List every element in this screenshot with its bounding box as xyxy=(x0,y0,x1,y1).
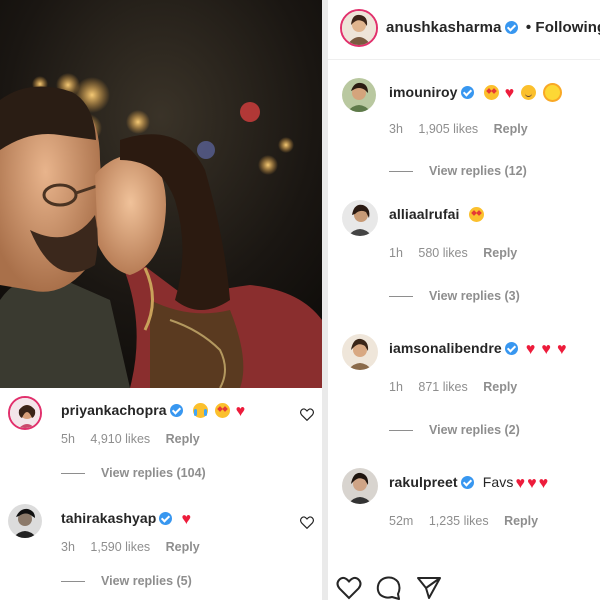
comment-item: tahirakashyap ♥ 3h 1,590 likes Reply Vie… xyxy=(8,504,314,594)
comment-likes[interactable]: 1,590 likes xyxy=(90,540,150,554)
comment-item: rakulpreet Favs ♥ ♥ ♥ 52m 1,235 likes Reply xyxy=(342,468,594,538)
avatar[interactable] xyxy=(340,9,378,47)
view-replies-button[interactable]: View replies (2) xyxy=(389,423,520,437)
comment-meta: 5h 4,910 likes Reply xyxy=(61,432,212,446)
comment-time: 52m xyxy=(389,514,414,528)
comment-item: iamsonalibendre ♥ ♥ ♥ 1h 871 likes Reply… xyxy=(342,334,594,440)
username-text[interactable]: alliaalrufai xyxy=(389,206,459,222)
sparkling-heart-emoji-icon: ♥ xyxy=(541,341,551,358)
comment-username[interactable]: imouniroy ♥ xyxy=(389,84,561,103)
reply-button[interactable]: Reply xyxy=(483,246,517,260)
view-replies-label[interactable]: View replies (104) xyxy=(101,466,206,480)
smile-emoji-icon xyxy=(521,85,537,100)
avatar[interactable] xyxy=(342,200,378,236)
following-button[interactable]: • Following xyxy=(526,19,600,36)
star-struck-emoji-icon xyxy=(483,85,499,100)
comment-icon[interactable] xyxy=(376,576,402,600)
username-text[interactable]: anushkasharma xyxy=(386,19,502,36)
comment-time: 3h xyxy=(61,540,75,554)
comment-time: 5h xyxy=(61,432,75,446)
comment-item: alliaalrufai 1h 580 likes Reply View rep… xyxy=(342,200,594,306)
comment-meta: 3h 1,590 likes Reply xyxy=(61,540,212,554)
comment-likes[interactable]: 4,910 likes xyxy=(90,432,150,446)
view-replies-label[interactable]: View replies (3) xyxy=(429,289,520,303)
right-panel: anushkasharma • Following imouniroy ♥ 3h… xyxy=(328,0,600,600)
username-text[interactable]: iamsonalibendre xyxy=(389,340,502,356)
verified-badge-icon xyxy=(504,342,518,355)
heart-emoji-icon: ♥ xyxy=(538,475,549,492)
comment-meta: 1h 580 likes Reply xyxy=(389,246,529,260)
comment-username[interactable]: rakulpreet Favs ♥ ♥ ♥ xyxy=(389,474,548,493)
divider-line xyxy=(389,171,413,173)
view-replies-button[interactable]: View replies (3) xyxy=(389,289,520,303)
like-heart-icon[interactable] xyxy=(300,408,314,421)
divider-line xyxy=(389,430,413,432)
username-text[interactable]: priyankachopra xyxy=(61,402,167,418)
avatar[interactable] xyxy=(342,334,378,370)
comment-likes[interactable]: 871 likes xyxy=(418,380,467,394)
comment-likes[interactable]: 580 likes xyxy=(418,246,467,260)
username-text[interactable]: tahirakashyap xyxy=(61,510,156,526)
post-actions xyxy=(328,572,600,600)
verified-badge-icon xyxy=(159,512,173,525)
reply-button[interactable]: Reply xyxy=(166,432,200,446)
tears-of-joy-emoji-icon xyxy=(192,403,208,418)
post-header: anushkasharma • Following xyxy=(328,0,600,60)
sun-emoji-icon xyxy=(545,85,561,100)
view-replies-label[interactable]: View replies (2) xyxy=(429,423,520,437)
post-author[interactable]: anushkasharma • Following xyxy=(386,19,600,36)
comment-item: priyankachopra ♥ 5h 4,910 likes Reply Vi… xyxy=(8,396,314,486)
comment-meta: 3h 1,905 likes Reply xyxy=(389,122,540,136)
avatar[interactable] xyxy=(8,396,42,430)
view-replies-button[interactable]: View replies (5) xyxy=(61,574,192,588)
comment-username[interactable]: tahirakashyap ♥ xyxy=(61,510,191,529)
view-replies-label[interactable]: View replies (5) xyxy=(101,574,192,588)
like-heart-icon[interactable] xyxy=(300,516,314,529)
verified-badge-icon xyxy=(504,21,518,34)
heart-emoji-icon: ♥ xyxy=(504,85,515,102)
reply-button[interactable]: Reply xyxy=(494,122,528,136)
verified-badge-icon xyxy=(460,86,474,99)
heart-emoji-icon: ♥ xyxy=(527,475,537,492)
sparkling-heart-emoji-icon: ♥ xyxy=(525,341,536,358)
divider-line xyxy=(61,581,85,583)
username-text[interactable]: rakulpreet xyxy=(389,474,458,490)
username-text[interactable]: imouniroy xyxy=(389,84,458,100)
comment-username[interactable]: alliaalrufai xyxy=(389,206,485,222)
comment-likes[interactable]: 1,235 likes xyxy=(429,514,489,528)
view-replies-button[interactable]: View replies (104) xyxy=(61,466,206,480)
avatar[interactable] xyxy=(342,78,376,112)
heart-emoji-icon: ♥ xyxy=(515,475,526,492)
divider-line xyxy=(61,473,85,475)
view-replies-label[interactable]: View replies (12) xyxy=(429,164,527,178)
verified-badge-icon xyxy=(169,404,183,417)
comment-username[interactable]: iamsonalibendre ♥ ♥ ♥ xyxy=(389,340,567,359)
comment-text: Favs xyxy=(482,474,514,490)
comment-time: 3h xyxy=(389,122,403,136)
heart-emoji-icon: ♥ xyxy=(235,403,246,420)
comment-time: 1h xyxy=(389,246,403,260)
view-replies-button[interactable]: View replies (12) xyxy=(389,164,527,178)
comment-likes[interactable]: 1,905 likes xyxy=(418,122,478,136)
reply-button[interactable]: Reply xyxy=(504,514,538,528)
post-photo xyxy=(0,0,322,388)
share-icon[interactable] xyxy=(416,576,442,600)
star-struck-emoji-icon xyxy=(214,403,230,418)
comment-meta: 1h 871 likes Reply xyxy=(389,380,529,394)
heart-emoji-icon: ♥ xyxy=(181,511,192,528)
sparkling-heart-emoji-icon: ♥ xyxy=(556,341,567,358)
comment-username[interactable]: priyankachopra ♥ xyxy=(61,402,245,421)
divider-line xyxy=(389,296,413,298)
comment-meta: 52m 1,235 likes Reply xyxy=(389,514,550,528)
reply-button[interactable]: Reply xyxy=(483,380,517,394)
star-struck-emoji-icon xyxy=(469,207,485,222)
avatar[interactable] xyxy=(342,468,378,504)
left-panel: priyankachopra ♥ 5h 4,910 likes Reply Vi… xyxy=(0,0,322,600)
like-icon[interactable] xyxy=(336,576,362,600)
comment-item: imouniroy ♥ 3h 1,905 likes Reply View re… xyxy=(342,78,594,184)
comment-time: 1h xyxy=(389,380,403,394)
reply-button[interactable]: Reply xyxy=(166,540,200,554)
verified-badge-icon xyxy=(460,476,474,489)
avatar[interactable] xyxy=(8,504,42,538)
